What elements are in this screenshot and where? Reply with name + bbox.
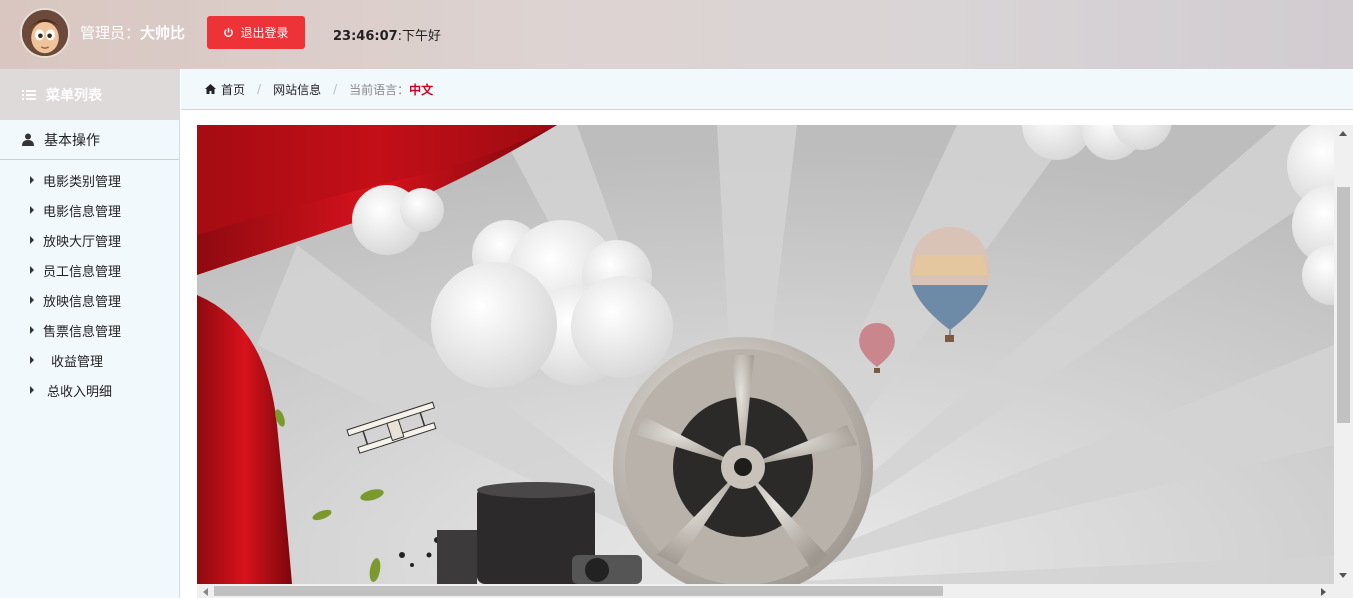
admin-label: 管理员：大帅比 [80,22,185,43]
sidebar-item-hall[interactable]: 放映大厅管理 [0,225,179,255]
sidebar-item-label: 总收入明细 [47,384,113,400]
caret-right-icon [30,176,34,184]
section-title: 基本操作 [44,132,100,149]
sidebar-item-label: 售票信息管理 [43,324,122,340]
breadcrumb-language: 当前语言：中文 [349,81,433,98]
caret-right-icon [30,206,34,214]
admin-prefix: 管理员： [80,24,141,42]
user-icon [22,133,34,146]
avatar [20,8,70,58]
sidebar-item-label: 电影信息管理 [43,204,122,220]
scroll-down-icon[interactable] [1339,573,1347,578]
language-value: 中文 [409,82,434,97]
caret-right-icon [30,386,34,394]
sidebar-item-movie-info[interactable]: 电影信息管理 [0,195,179,225]
section-basic-operations[interactable]: 基本操作 [0,120,179,160]
list-icon [22,89,36,100]
breadcrumb-home-label: 首页 [221,82,246,97]
power-icon [224,27,234,37]
cinema-banner-image [197,125,1334,584]
breadcrumb-page-label: 网站信息 [273,82,322,97]
top-header: 管理员：大帅比 退出登录 23:46:07:下午好 [0,0,1353,69]
sidebar-item-label: 员工信息管理 [43,264,122,280]
admin-name: 大帅比 [140,24,186,42]
sidebar-item-income-detail[interactable]: 总收入明细 [0,375,179,405]
language-label: 当前语言： [349,82,410,97]
menu-list: 电影类别管理 电影信息管理 放映大厅管理 员工信息管理 放映信息管理 售票信息管… [0,160,179,405]
sidebar-item-label: 放映信息管理 [43,294,122,310]
sidebar-item-revenue[interactable]: 收益管理 [0,345,179,375]
caret-right-icon [30,236,34,244]
caret-right-icon [30,296,34,304]
scroll-up-icon[interactable] [1339,131,1347,136]
horizontal-scroll-thumb[interactable] [214,586,943,596]
sidebar-item-staff[interactable]: 员工信息管理 [0,255,179,285]
clock: 23:46:07:下午好 [333,25,441,44]
horizontal-scrollbar[interactable] [197,584,1334,598]
sidebar-item-movie-category[interactable]: 电影类别管理 [0,165,179,195]
vertical-scroll-thumb[interactable] [1337,187,1350,423]
logout-label: 退出登录 [240,26,289,40]
scroll-right-icon[interactable] [1321,588,1326,596]
scroll-left-icon[interactable] [203,588,208,596]
sidebar-item-screening[interactable]: 放映信息管理 [0,285,179,315]
breadcrumb: 首页 / 网站信息 / 当前语言：中文 [181,69,1353,110]
vertical-scrollbar[interactable] [1334,125,1353,584]
clock-time: 23:46:07 [333,29,398,44]
caret-right-icon [30,356,34,364]
sidebar-item-label: 收益管理 [51,354,104,370]
greeting: :下午好 [397,29,442,44]
logout-button[interactable]: 退出登录 [207,16,305,49]
menu-title: 菜单列表 [46,87,102,104]
avatar-image [22,10,68,56]
breadcrumb-site-info[interactable]: 网站信息 [273,81,321,98]
breadcrumb-separator: / [257,82,262,96]
breadcrumb-separator: / [333,82,338,96]
breadcrumb-home[interactable]: 首页 [205,81,245,98]
home-icon [205,84,216,94]
menu-header: 菜单列表 [0,69,179,120]
cinema-illustration [197,125,1334,584]
sidebar: 菜单列表 基本操作 电影类别管理 电影信息管理 放映大厅管理 员工信息管理 放映… [0,69,180,598]
content-frame [197,125,1353,598]
scrollbar-corner [1334,584,1353,598]
caret-right-icon [30,266,34,274]
sidebar-item-label: 放映大厅管理 [43,234,122,250]
sidebar-item-tickets[interactable]: 售票信息管理 [0,315,179,345]
sidebar-item-label: 电影类别管理 [43,174,122,190]
caret-right-icon [30,326,34,334]
